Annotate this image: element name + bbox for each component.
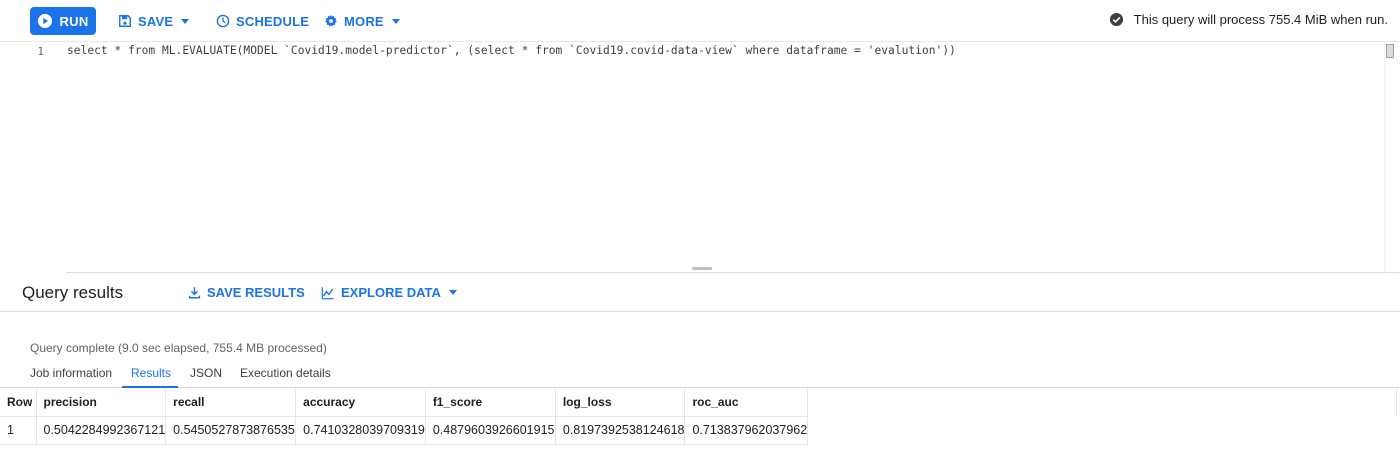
column-header-precision: precision [36,388,167,417]
results-header: Query results SAVE RESULTS EXPLORE DATA [0,274,1400,312]
check-circle-icon [1109,12,1123,27]
results-table: Row precision recall accuracy f1_score l… [0,388,809,445]
save-button[interactable]: SAVE [118,8,190,34]
explore-data-label: EXPLORE DATA [341,285,441,300]
chart-icon [321,286,334,299]
query-status: Query complete (9.0 sec elapsed, 755.4 M… [30,341,327,355]
table-cell-f1-score: 0.4879603926601915 [425,416,556,445]
column-header-f1-score: f1_score [425,388,556,417]
code-line[interactable]: select * from ML.EVALUATE(MODEL `Covid19… [67,44,956,57]
table-right-border [1396,388,1397,416]
editor-scrollbar-track [1384,42,1396,273]
download-icon [188,287,201,299]
save-results-button[interactable]: SAVE RESULTS [188,285,305,300]
schedule-button-label: SCHEDULE [236,13,310,29]
query-validator: This query will process 755.4 MiB when r… [1109,12,1388,27]
chevron-down-icon [448,290,457,295]
more-button[interactable]: MORE [324,8,400,34]
clock-icon [216,14,230,28]
table-row: 1 0.5042284992367121 0.5450527873876535 … [0,416,809,445]
editor-scrollbar[interactable] [1386,44,1394,58]
sql-editor[interactable]: 1 select * from ML.EVALUATE(MODEL `Covid… [0,42,1400,273]
save-button-label: SAVE [138,13,174,29]
column-header-accuracy: accuracy [295,388,426,417]
chevron-down-icon [391,18,400,24]
query-toolbar: RUN SAVE SCHEDULE MORE This query will p… [0,0,1400,42]
table-cell-precision: 0.5042284992367121 [36,416,167,445]
save-results-label: SAVE RESULTS [207,285,305,300]
run-button[interactable]: RUN [30,7,96,35]
table-cell-recall: 0.5450527873876535 [165,416,297,445]
schedule-button[interactable]: SCHEDULE [216,8,309,34]
column-header-row: Row [0,388,37,417]
tab-execution-details[interactable]: Execution details [240,366,331,380]
play-circle-icon [38,14,53,28]
run-button-label: RUN [59,13,89,29]
tab-job-information[interactable]: Job information [30,366,112,380]
tab-json[interactable]: JSON [190,366,222,380]
query-info-text: This query will process 755.4 MiB when r… [1133,12,1388,27]
chevron-down-icon [181,18,190,24]
line-number: 1 [37,45,44,58]
resize-handle[interactable] [692,267,712,270]
table-cell-accuracy: 0.7410328039709319 [295,416,426,445]
more-button-label: MORE [344,13,384,29]
column-header-roc-auc: roc_auc [684,388,809,417]
column-header-recall: recall [165,388,297,417]
tab-results[interactable]: Results [131,366,171,380]
table-cell-roc-auc: 0.713837962037962 [684,416,809,445]
table-cell-row: 1 [0,416,37,445]
save-icon [119,15,131,27]
table-header-row: Row precision recall accuracy f1_score l… [0,388,809,417]
results-tabs: Job information Results JSON Execution d… [0,360,1400,388]
editor-gutter: 1 [0,42,66,273]
results-title: Query results [22,283,124,302]
column-header-log-loss: log_loss [555,388,686,417]
table-cell-log-loss: 0.8197392538124618 [555,416,686,445]
gear-icon [325,14,337,27]
explore-data-button[interactable]: EXPLORE DATA [321,285,457,300]
